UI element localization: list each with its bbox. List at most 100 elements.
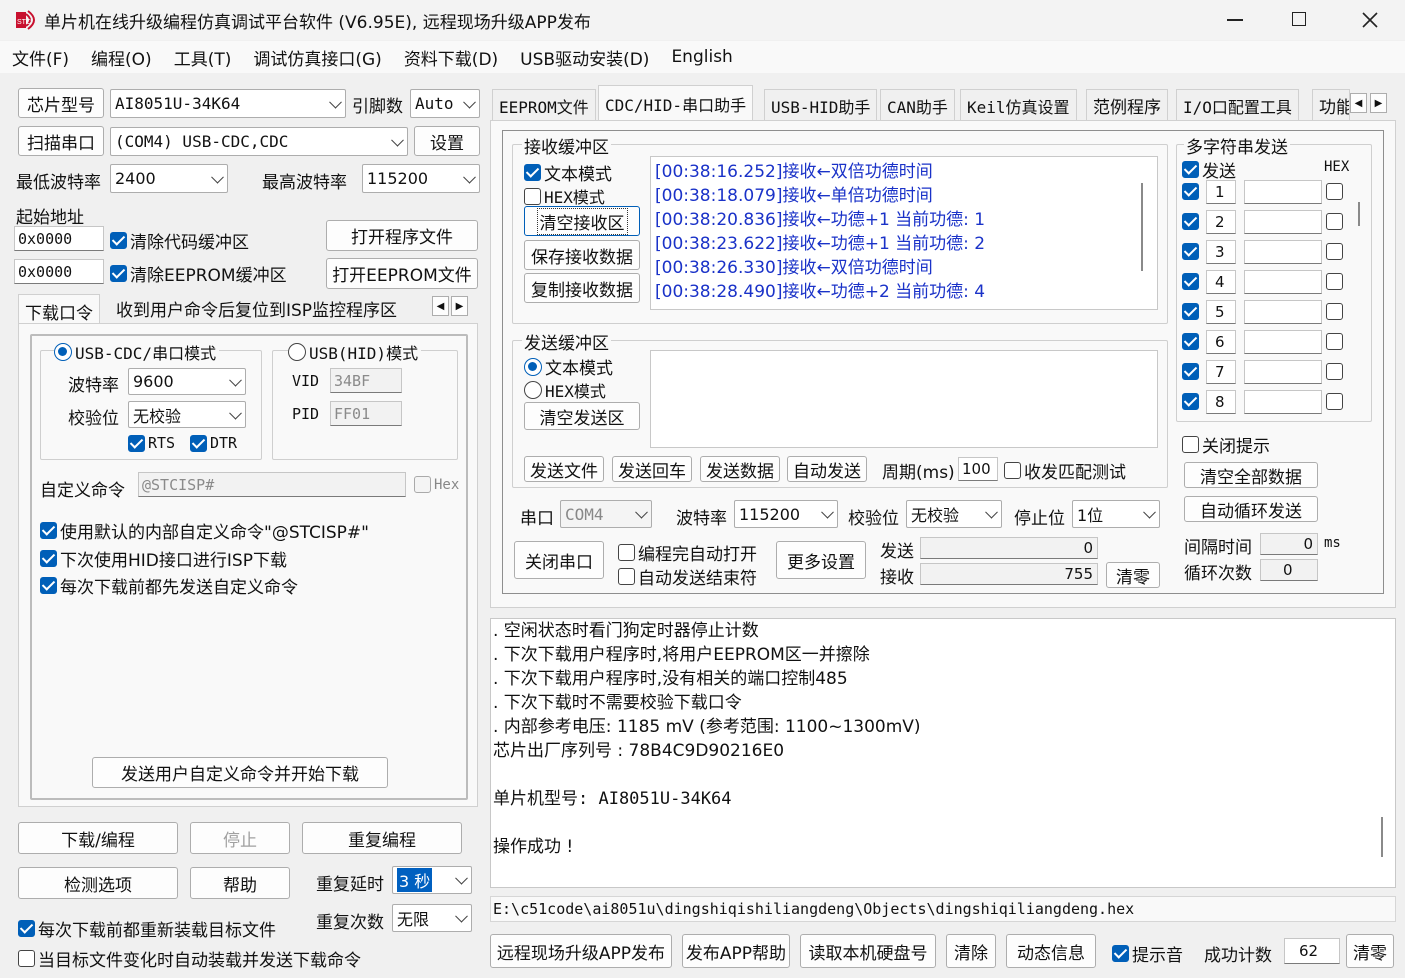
menu-file[interactable]: 文件(F) [12,45,69,70]
save-recv-button[interactable]: 保存接收数据 [524,240,640,270]
multi-row-checkbox[interactable] [1182,393,1202,410]
minimize-icon[interactable] [1227,19,1243,21]
clear-all-button[interactable]: 清空全部数据 [1184,462,1318,488]
send-file-button[interactable]: 发送文件 [524,456,604,482]
help-button[interactable]: 帮助 [190,867,290,899]
send-return-button[interactable]: 发送回车 [612,456,692,482]
rts-checkbox[interactable]: RTS [128,434,175,452]
recv-text-mode-checkbox[interactable]: 文本模式 [524,160,612,185]
period-input[interactable]: 100 [958,457,998,481]
multi-row-input[interactable] [1244,330,1322,354]
scan-port-button[interactable]: 扫描串口 [18,126,104,156]
menu-program[interactable]: 编程(O) [91,45,152,70]
max-baud-select[interactable]: 115200 [362,164,480,193]
auto-loop-button[interactable]: 自动循环发送 [1184,496,1318,522]
recv-scrollbar[interactable] [1141,183,1143,271]
check-options-button[interactable]: 检测选项 [18,867,178,899]
dynamic-info-button[interactable]: 动态信息 [1006,934,1096,968]
send-and-download-button[interactable]: 发送用户自定义命令并开始下载 [92,757,388,788]
tab-keil-sim[interactable]: Keil仿真设置 [960,89,1077,121]
tab-io-config[interactable]: I/O口配置工具 [1176,89,1299,121]
usb-cdc-mode-radio[interactable]: USB-CDC/串口模式 [54,340,220,364]
stop-button[interactable]: 停止 [190,822,290,854]
tab-usb-hid[interactable]: USB-HID助手 [764,89,878,121]
auto-open-checkbox[interactable]: 编程完自动打开 [618,540,757,565]
menu-download[interactable]: 资料下载(D) [404,45,498,70]
multi-row-hex-checkbox[interactable] [1326,393,1346,410]
usb-hid-mode-radio[interactable]: USB(HID)模式 [288,340,422,364]
multi-send-checkbox[interactable]: 发送 [1182,157,1236,182]
multi-row-hex-checkbox[interactable] [1326,303,1346,320]
tab-examples[interactable]: 范例程序 [1086,89,1168,121]
multi-scrollbar[interactable] [1358,202,1360,226]
multi-row-hex-checkbox[interactable] [1326,183,1346,200]
chip-model-select[interactable]: AI8051U-34K64 [110,89,346,118]
multi-row-checkbox[interactable] [1182,303,1202,320]
tab-scroll-right-icon[interactable]: ▶ [451,296,468,316]
baud-select[interactable]: 9600 [128,368,246,395]
tab-reset-to-isp[interactable]: 收到用户命令后复位到ISP监控程序区 [110,296,403,324]
multi-row-checkbox[interactable] [1182,183,1202,200]
multi-row-input[interactable] [1244,270,1322,294]
multi-row-input[interactable] [1244,210,1322,234]
vid-input[interactable]: 34BF [330,368,402,393]
publish-app-button[interactable]: 远程现场升级APP发布 [490,934,672,968]
serial-stop-select[interactable]: 1位 [1072,500,1160,528]
multi-row-hex-checkbox[interactable] [1326,213,1346,230]
close-icon[interactable] [1358,8,1382,32]
tabs-scroll-right-icon[interactable]: ▶ [1370,93,1387,113]
multi-row-hex-checkbox[interactable] [1326,243,1346,260]
start-address-input-1[interactable]: 0x0000 [14,226,104,251]
port-select[interactable]: (COM4) USB-CDC,CDC [110,127,408,156]
close-port-button[interactable]: 关闭串口 [514,541,604,579]
use-hid-next-checkbox[interactable]: 下次使用HID接口进行ISP下载 [40,546,287,571]
min-baud-select[interactable]: 2400 [110,164,228,193]
dtr-checkbox[interactable]: DTR [190,434,237,452]
multi-row-input[interactable] [1244,360,1322,384]
multi-row-checkbox[interactable] [1182,333,1202,350]
settings-button[interactable]: 设置 [414,126,480,156]
loop-count-input[interactable]: 0 [1260,559,1318,581]
serial-clear-button[interactable]: 清零 [1106,562,1160,588]
clear-recv-button[interactable]: 清空接收区 [524,206,640,236]
tab-eeprom-file[interactable]: EEPROM文件 [492,89,596,121]
maximize-icon[interactable] [1292,12,1306,26]
send-text-mode-radio[interactable]: 文本模式 [524,354,613,379]
clear-eeprom-checkbox[interactable]: 清除EEPROM缓冲区 [110,261,287,286]
multi-row-checkbox[interactable] [1182,273,1202,290]
tabs-scroll-left-icon[interactable]: ◀ [1350,93,1367,113]
auto-send-button[interactable]: 自动发送 [787,456,867,482]
multi-row-input[interactable] [1244,180,1322,204]
tab-download-password[interactable]: 下载口令 [18,294,100,324]
clear-send-button[interactable]: 清空发送区 [524,402,640,430]
serial-baud-select[interactable]: 115200 [734,500,838,528]
recv-text-area[interactable]: [00:38:16.252]接收←双倍功德时间 [00:38:18.079]接收←… [650,156,1158,310]
log-scrollbar[interactable] [1381,817,1383,857]
tab-cdc-hid-serial[interactable]: CDC/HID-串口助手 [598,85,754,121]
menu-tools[interactable]: 工具(T) [174,45,232,70]
send-text-area[interactable] [650,350,1158,448]
auto-end-checkbox[interactable]: 自动发送结束符 [618,564,757,589]
multi-row-hex-checkbox[interactable] [1326,333,1346,350]
repeat-count-select[interactable]: 无限 [392,904,472,932]
menu-english[interactable]: English [671,47,732,67]
close-tip-checkbox[interactable]: 关闭提示 [1182,432,1270,457]
send-data-button[interactable]: 发送数据 [700,456,780,482]
multi-row-checkbox[interactable] [1182,213,1202,230]
menu-usb-driver[interactable]: USB驱动安装(D) [520,45,649,70]
multi-row-checkbox[interactable] [1182,363,1202,380]
tab-functions[interactable]: 功能 [1312,89,1350,121]
send-custom-before-checkbox[interactable]: 每次下载前都先发送自定义命令 [40,573,298,598]
open-eeprom-button[interactable]: 打开EEPROM文件 [326,258,478,289]
reload-each-checkbox[interactable]: 每次下载前都重新装载目标文件 [18,916,276,941]
send-hex-mode-radio[interactable]: HEX模式 [524,378,606,402]
multi-row-input[interactable] [1244,300,1322,324]
beep-checkbox[interactable]: 提示音 [1112,941,1183,966]
custom-hex-checkbox[interactable]: Hex [414,476,459,493]
pins-select[interactable]: Auto [410,89,480,118]
repeat-program-button[interactable]: 重复编程 [302,822,462,854]
multi-row-input[interactable] [1244,240,1322,264]
success-zero-button[interactable]: 清零 [1346,934,1394,968]
multi-row-hex-checkbox[interactable] [1326,363,1346,380]
read-disk-button[interactable]: 读取本机硬盘号 [800,934,936,968]
